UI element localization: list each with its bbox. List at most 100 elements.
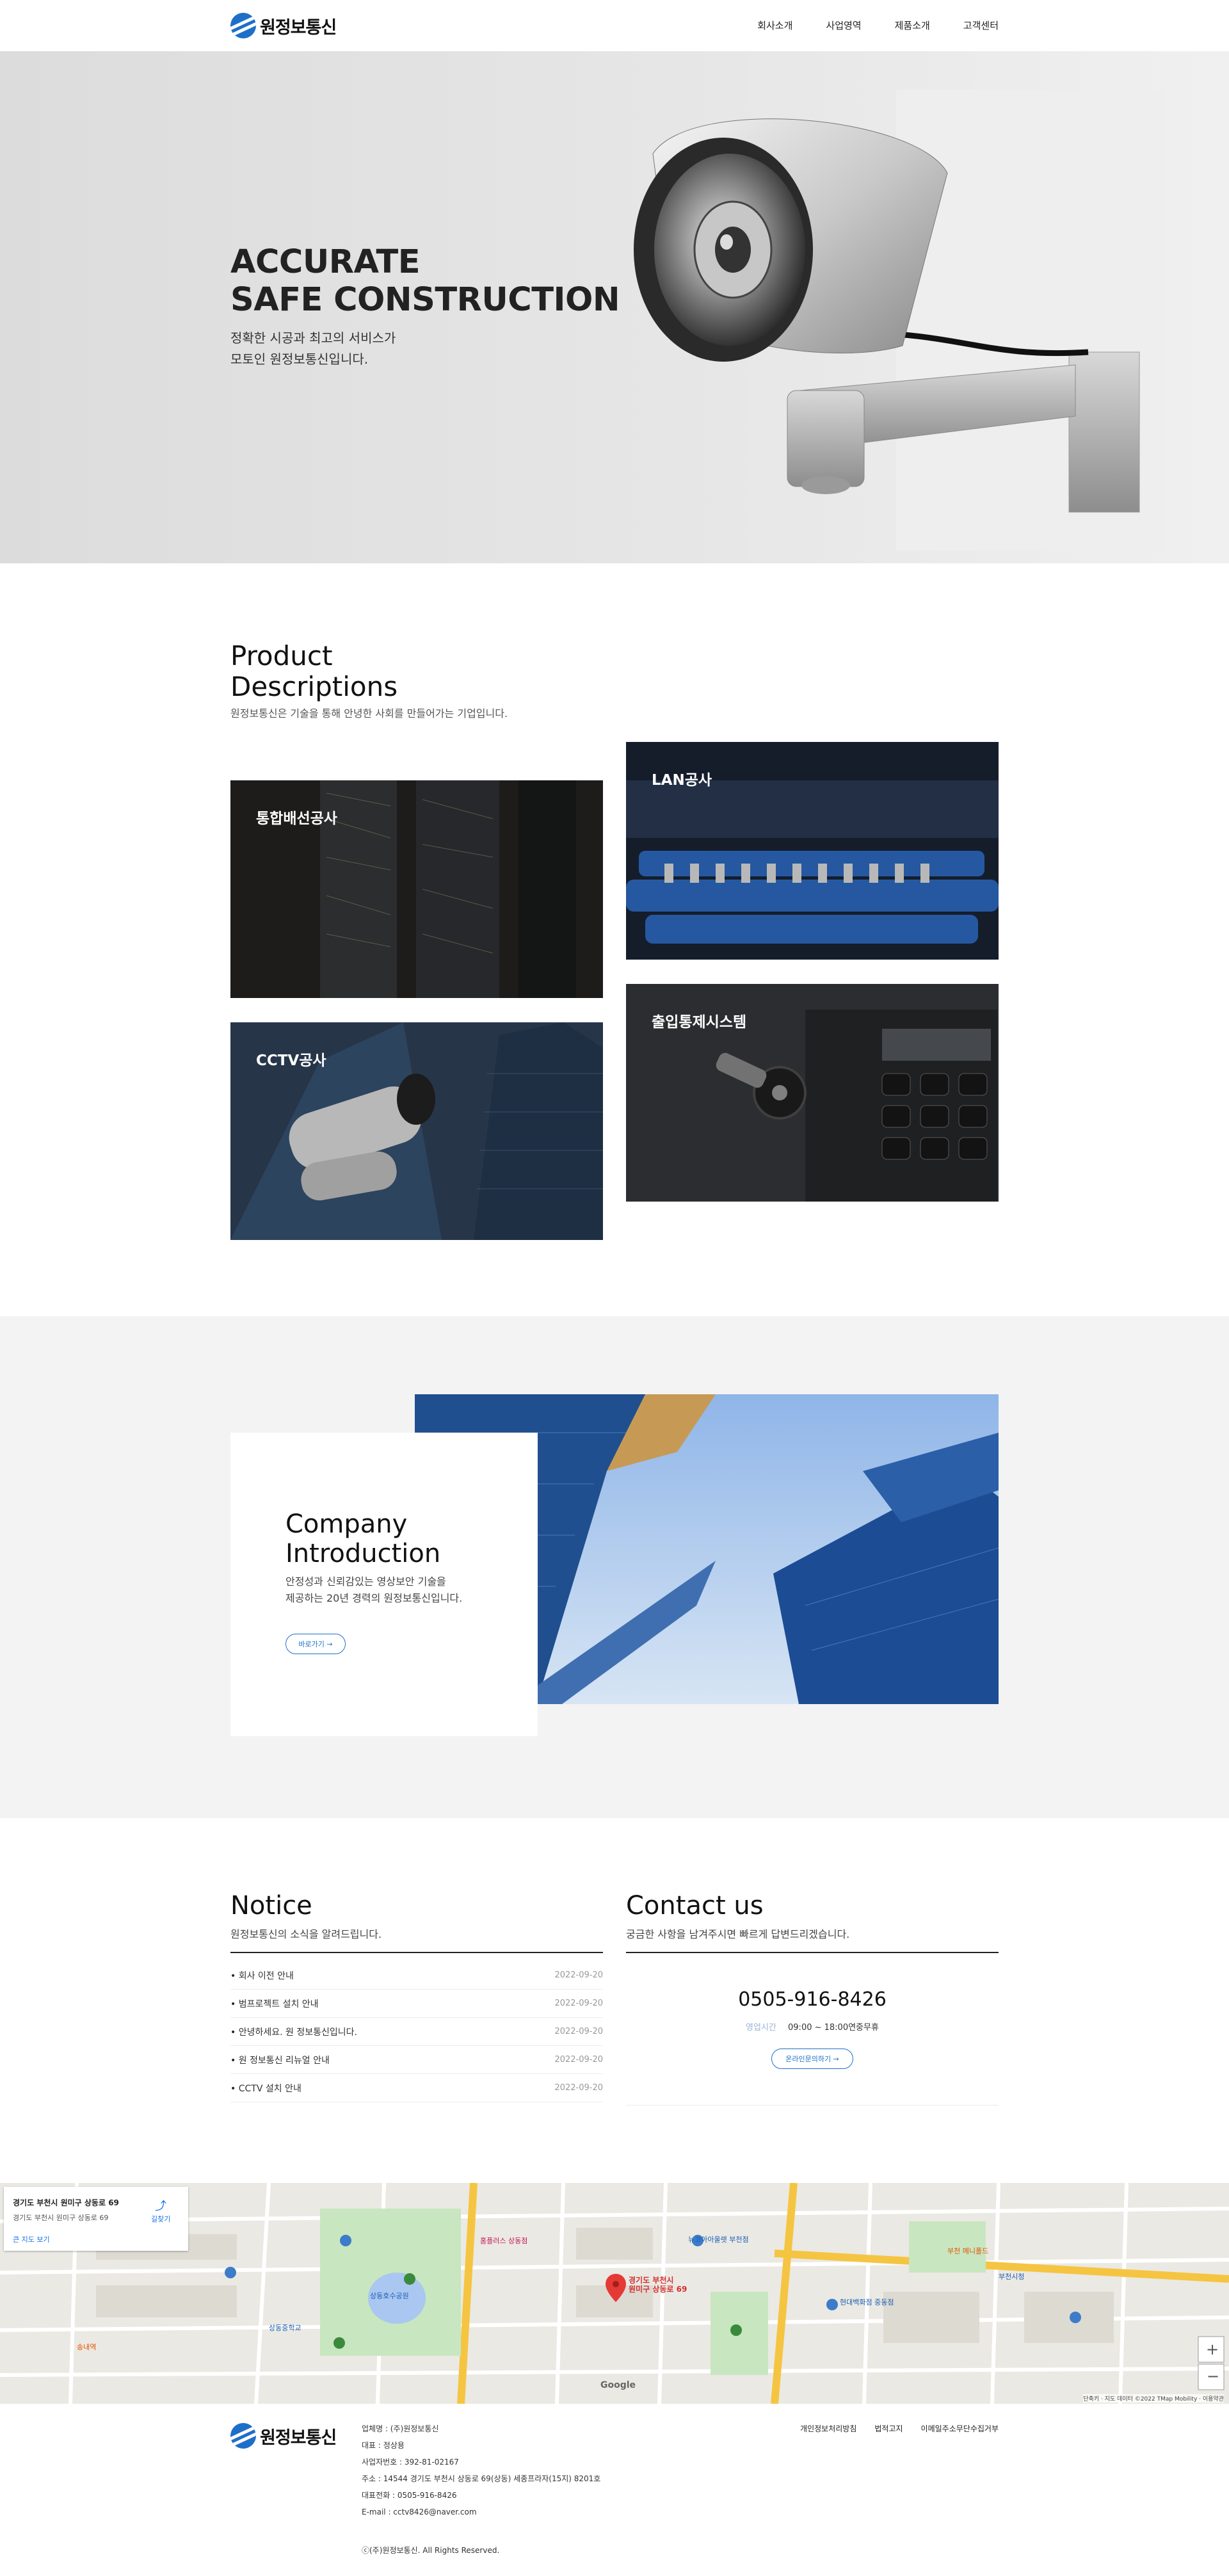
google-logo: Google [600,2380,636,2390]
map-large-view-link[interactable]: 큰 지도 보기 [13,2234,50,2244]
directions-icon[interactable]: ⤴ [155,2197,166,2214]
product-card-cabling[interactable]: 통합배선공사 [230,780,603,998]
footer-logo-mark-icon [230,2423,256,2449]
card-label-cabling: 통합배선공사 [256,810,337,827]
company-desc-line1: 안정성과 신뢰감있는 영상보안 기술을 [285,1575,446,1588]
footer-logo-text: 원정보통신 [260,2427,337,2448]
footer-email: E-mail : cctv8426@naver.com [362,2508,477,2516]
hero-subtitle-line2: 모토인 원정보통신입니다. [230,351,369,367]
notice-row-title: 원 정보통신 리뉴얼 안내 [230,2054,330,2066]
footer-logo[interactable]: 원정보통신 [230,2423,337,2449]
notice-row-date: 2022-09-20 [554,2027,603,2036]
footer-links: 개인정보처리방침 법적고지 이메일주소무단수집거부 [782,2423,999,2434]
directions-label[interactable]: 길찾기 [151,2214,170,2224]
site-footer: 원정보통신 업체명 : (주)원정보통신 대표 : 정상용 사업자번호 : 39… [0,2404,1229,2576]
online-inquiry-button[interactable]: 온라인문의하기 → [771,2049,853,2069]
contact-divider [626,1952,999,1953]
footer-ceo: 대표 : 정상용 [362,2441,405,2450]
notice-row[interactable]: 회사 이전 안내 2022-09-20 [230,1961,603,1990]
company-section: Company Introduction 안정성과 신뢰감있는 영상보안 기술을… [0,1316,1229,1818]
contact-hours-label: 영업시간 [746,2023,776,2033]
card-label-access: 출입통제시스템 [652,1014,747,1031]
map-place-label: 현대백화점 중동점 [840,2298,894,2306]
notice-row-date: 2022-09-20 [554,2055,603,2065]
notice-row[interactable]: 원 정보통신 리뉴얼 안내 2022-09-20 [230,2046,603,2074]
logo-text: 원정보통신 [260,17,337,38]
map-place-label: 상동호수공원 [370,2292,409,2300]
contact-hours-value: 09:00 ~ 18:00연중무휴 [788,2023,879,2033]
map-place-label: 송내역 [77,2343,97,2351]
notice-row-date: 2022-09-20 [554,2083,603,2093]
product-card-cctv[interactable]: CCTV공사 [230,1022,603,1240]
product-title: Product Descriptions [230,641,999,702]
card-label-cctv: CCTV공사 [256,1052,326,1069]
hero-title-line1: ACCURATE [230,243,421,281]
notice-row[interactable]: 범프로젝트 설치 안내 2022-09-20 [230,1990,603,2018]
notice-row[interactable]: 안녕하세요. 원 정보통신입니다. 2022-09-20 [230,2018,603,2046]
company-description: 안정성과 신뢰감있는 영상보안 기술을 제공하는 20년 경력의 원정보통신입니… [285,1574,462,1607]
map-card-sub: 경기도 부천시 원미구 상동로 69 [13,2214,109,2222]
product-heading: Product Descriptions 원정보통신은 기술을 통해 안녕한 사… [230,641,999,720]
map-place-label: 부천 메니폴드 [947,2247,989,2255]
zoom-in-icon[interactable]: + [1206,2340,1219,2358]
product-title-line1: Product [230,640,333,672]
notice-description: 원정보통신의 소식을 알려드립니다. [230,1928,382,1940]
nav-item-business[interactable]: 사업영역 [826,19,861,32]
product-card-access[interactable]: 출입통제시스템 [626,984,999,1202]
contact-description: 궁금한 사항을 남겨주시면 빠르게 답변드리겠습니다. [626,1928,850,1940]
map-attribution: 단축키 · 지도 데이터 ©2022 TMap Mobility · 이용약관 [1083,2394,1224,2403]
product-title-line2: Descriptions [230,671,398,702]
notice-row[interactable]: CCTV 설치 안내 2022-09-20 [230,2074,603,2102]
map-place-label: 상동중학교 [269,2324,301,2332]
hero-title: ACCURATE SAFE CONSTRUCTION [230,243,620,319]
nav-item-company[interactable]: 회사소개 [757,19,792,32]
footer-company-name: 업체명 : (주)원정보통신 [362,2424,439,2433]
company-desc-line2: 제공하는 20년 경력의 원정보통신입니다. [285,1592,463,1604]
notice-row-title: 안녕하세요. 원 정보통신입니다. [230,2025,357,2038]
hero-subtitle: 정확한 시공과 최고의 서비스가 모토인 원정보통신입니다. [230,328,396,370]
cctv-camera-image [634,90,1165,551]
company-info: 업체명 : (주)원정보통신 대표 : 정상용 사업자번호 : 392-81-0… [362,2420,600,2520]
notice-row-title: CCTV 설치 안내 [230,2082,301,2095]
logo[interactable]: 원정보통신 [230,13,337,38]
company-title-line2: Introduction [285,1539,441,1568]
map-place-label: 뉴코아아울렛 부천점 [688,2235,749,2244]
contact-phone[interactable]: 0505-916-8426 [626,1988,999,2011]
notice-title: Notice [230,1891,312,1920]
product-card-lan[interactable]: LAN공사 [626,742,999,960]
footer-phone: 대표전화 : 0505-916-8426 [362,2491,457,2500]
map-place-label: 홈플러스 상동점 [480,2237,528,2245]
product-description: 원정보통신은 기술을 통해 안녕한 사회를 만들어가는 기업입니다. [230,707,508,720]
legal-notice-link[interactable]: 법적고지 [874,2423,903,2434]
contact-hours: 영업시간 09:00 ~ 18:00연중무휴 [626,2020,999,2033]
hero-section: ACCURATE SAFE CONSTRUCTION 정확한 시공과 최고의 서… [0,51,1229,563]
company-card: Company Introduction 안정성과 신뢰감있는 영상보안 기술을… [230,1433,538,1736]
email-refusal-link[interactable]: 이메일주소무단수집거부 [921,2423,999,2434]
map-marker-line2: 원미구 상동로 69 [629,2285,687,2294]
nav-item-products[interactable]: 제품소개 [895,19,930,32]
notice-row-title: 회사 이전 안내 [230,1969,294,1982]
map-card-title: 경기도 부천시 원미구 상동로 69 [13,2198,119,2207]
map-marker-line1: 경기도 부천시 [629,2276,674,2285]
zoom-out-icon[interactable]: − [1207,2367,1219,2385]
nav-item-support[interactable]: 고객센터 [963,19,999,32]
logo-mark-icon [230,13,256,38]
privacy-policy-link[interactable]: 개인정보처리방침 [800,2423,856,2434]
notice-divider [230,1952,603,1953]
copyright: ⓒ(주)원정보통신. All Rights Reserved. [362,2546,500,2555]
company-more-button[interactable]: 바로가기 → [285,1634,346,1654]
notice-row-title: 범프로젝트 설치 안내 [230,1997,319,2010]
footer-business-number: 사업자번호 : 392-81-02167 [362,2458,459,2467]
contact-title: Contact us [626,1891,764,1920]
company-title: Company Introduction [285,1509,440,1568]
hero-title-line2: SAFE CONSTRUCTION [230,281,620,319]
main-nav: 회사소개 사업영역 제품소개 고객센터 [724,19,999,32]
site-header: 원정보통신 회사소개 사업영역 제품소개 고객센터 [0,0,1229,51]
card-label-lan: LAN공사 [652,772,712,789]
map-place-label: 부천시청 [999,2273,1025,2281]
notice-row-date: 2022-09-20 [554,1999,603,2008]
company-title-line1: Company [285,1509,408,1539]
map-marker-label: 경기도 부천시 원미구 상동로 69 [629,2276,687,2294]
hero-subtitle-line1: 정확한 시공과 최고의 서비스가 [230,330,396,346]
location-map[interactable]: + − 경기도 부천시 원미구 상동로 69 상동호수공원 뉴코아아울렛 부천점… [0,2183,1229,2404]
